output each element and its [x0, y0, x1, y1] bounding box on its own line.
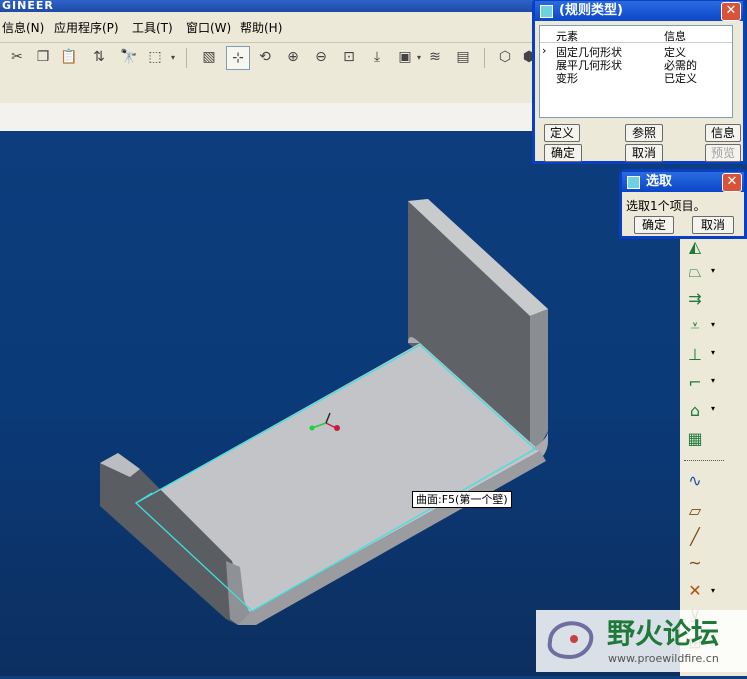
- menu-info[interactable]: 信息(N): [2, 19, 44, 36]
- regenerate-icon[interactable]: ⇅: [88, 46, 110, 68]
- chevron-down-icon[interactable]: ▾: [711, 266, 715, 275]
- close-button[interactable]: ✕: [721, 2, 741, 21]
- references-button[interactable]: 参照: [625, 124, 663, 142]
- refit-icon[interactable]: ⊡: [338, 46, 360, 68]
- chevron-down-icon[interactable]: ▾: [711, 376, 715, 385]
- cancel-button[interactable]: 取消: [692, 216, 734, 234]
- view-manager-icon[interactable]: ▤: [452, 46, 474, 68]
- app-title-bar: GINEER: [0, 0, 537, 12]
- sketch-icon[interactable]: ∿: [682, 468, 708, 492]
- define-button[interactable]: 定义: [544, 124, 580, 142]
- info-button[interactable]: 信息: [705, 124, 741, 142]
- watermark-url: www.proewildfire.cn: [608, 652, 719, 665]
- toolbar-divider: [684, 460, 724, 461]
- find-icon[interactable]: 🔭: [118, 46, 140, 68]
- menu-window[interactable]: 窗口(W): [186, 19, 231, 36]
- copy-icon[interactable]: ❐: [32, 46, 54, 68]
- rule-type-dialog: (规则类型) ✕ 元素 信息 › 固定几何形状 定义 展平几何形状 必需的 变形…: [532, 0, 746, 164]
- select-dialog: 选取 ✕ 选取1个项目。 确定 取消: [619, 169, 747, 239]
- dialog-title: 选取: [646, 174, 673, 189]
- app-title: GINEER: [2, 0, 54, 12]
- chevron-down-icon[interactable]: ▾: [414, 46, 424, 68]
- chevron-down-icon[interactable]: ▾: [168, 46, 178, 68]
- select-message: 选取1个项目。: [626, 199, 706, 213]
- dialog-title-bar: 选取 ✕: [622, 172, 744, 192]
- window-icon: [627, 176, 640, 189]
- bend-icon[interactable]: ⩡: [682, 314, 708, 338]
- flange-wall-icon[interactable]: ⏢: [682, 260, 708, 284]
- repaint-icon[interactable]: ▧: [198, 46, 220, 68]
- saved-views-icon[interactable]: ▣: [394, 46, 416, 68]
- chevron-down-icon[interactable]: ▾: [711, 348, 715, 357]
- wireframe-icon[interactable]: ⬡: [494, 46, 516, 68]
- feature-toolbar: ◭ ⏢ ▾ ⇉ ⩡ ▾ ⊥ ▾ ⌐ ▾ ⌂ ▾ ▦ ∿ ▱ ╱ ∼ ✕ ▾ ⊻ …: [680, 228, 747, 676]
- element-list[interactable]: 元素 信息 › 固定几何形状 定义 展平几何形状 必需的 变形 已定义: [539, 25, 733, 118]
- cancel-button[interactable]: 取消: [625, 144, 663, 162]
- toolbar-area-blank: [0, 73, 535, 103]
- watermark-text: 野火论坛: [607, 617, 720, 650]
- axis-icon[interactable]: ╱: [682, 524, 708, 548]
- cut-icon[interactable]: ✂: [6, 46, 28, 68]
- chevron-down-icon[interactable]: ▾: [711, 404, 715, 413]
- curve-icon[interactable]: ∼: [682, 550, 708, 574]
- sheetmetal-model: [100, 199, 548, 625]
- orient-mode-icon[interactable]: ⟲: [254, 46, 276, 68]
- bend-back-icon[interactable]: ⌐: [682, 370, 708, 394]
- preview-button[interactable]: 预览: [705, 144, 741, 162]
- menu-bar: 信息(N) 应用程序(P) 工具(T) 窗口(W) 帮助(H): [0, 12, 535, 43]
- list-item-info: 已定义: [664, 72, 697, 85]
- ok-button[interactable]: 确定: [634, 216, 674, 234]
- menu-tools[interactable]: 工具(T): [132, 19, 173, 36]
- paste-icon[interactable]: 📋: [58, 46, 80, 68]
- dialog-title-bar: (规则类型) ✕: [535, 1, 743, 21]
- dialog-title: (规则类型): [559, 3, 623, 18]
- chevron-down-icon[interactable]: ▾: [711, 586, 715, 595]
- reorient-icon[interactable]: ⤓: [366, 46, 388, 68]
- list-item-element[interactable]: 变形: [556, 70, 578, 86]
- form-icon[interactable]: ⌂: [682, 398, 708, 422]
- unbend-icon[interactable]: ⊥: [682, 342, 708, 366]
- chevron-right-icon: ›: [542, 44, 547, 57]
- chevron-down-icon[interactable]: ▾: [711, 320, 715, 329]
- menu-help[interactable]: 帮助(H): [240, 19, 282, 36]
- watermark-logo-icon: [547, 621, 594, 660]
- graphics-viewport[interactable]: [0, 131, 680, 676]
- spin-center-icon[interactable]: ⊹: [226, 46, 250, 70]
- window-icon: [540, 5, 553, 18]
- layers-icon[interactable]: ≋: [424, 46, 446, 68]
- plane-icon[interactable]: ▱: [682, 498, 708, 522]
- flatten-icon[interactable]: ▦: [682, 426, 708, 450]
- message-strip: [0, 103, 535, 132]
- point-icon[interactable]: ✕: [682, 578, 708, 602]
- zoom-out-icon[interactable]: ⊖: [310, 46, 332, 68]
- extend-icon[interactable]: ⇉: [682, 286, 708, 310]
- ok-button[interactable]: 确定: [544, 144, 582, 162]
- zoom-in-icon[interactable]: ⊕: [282, 46, 304, 68]
- surface-tooltip: 曲面:F5(第一个壁): [412, 491, 512, 508]
- right-wall-side: [530, 309, 548, 451]
- select-box-icon[interactable]: ⬚: [144, 46, 166, 68]
- toolbar-divider: [484, 48, 485, 68]
- toolbar-divider: [186, 48, 187, 68]
- close-button[interactable]: ✕: [722, 173, 742, 192]
- main-toolbar: ✂ ❐ 📋 ⇅ 🔭 ⬚ ▾ ▧ ⊹ ⟲ ⊕ ⊖ ⊡ ⤓ ▣ ▾ ≋ ▤ ⬡ ⬢: [0, 43, 535, 73]
- menu-applications[interactable]: 应用程序(P): [54, 19, 119, 36]
